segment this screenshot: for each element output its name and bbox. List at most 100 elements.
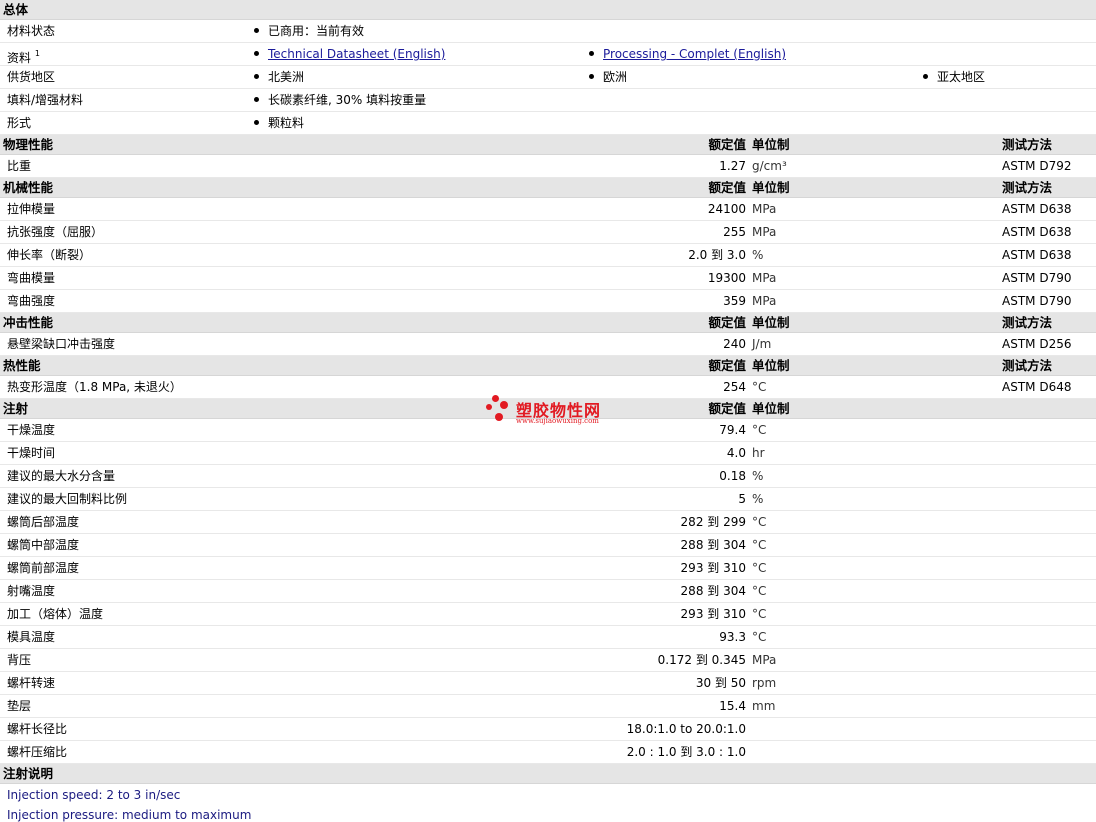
header-value: 额定值 [708, 358, 746, 373]
test-method: ASTM D638 [1002, 225, 1072, 239]
table-row: 螺杆压缩比 2.0 : 1.0 到 3.0 : 1.0 [0, 741, 1096, 764]
section-impact: 冲击性能 额定值 单位制 测试方法 [0, 313, 1096, 333]
property-unit: % [752, 469, 764, 483]
property-unit: °C [752, 561, 767, 575]
property-value: 0.18 [719, 469, 746, 483]
property-name: 螺杆压缩比 [7, 745, 68, 759]
property-unit: °C [752, 515, 767, 529]
bullet-icon [254, 28, 259, 33]
table-row: 建议的最大回制料比例 5 % [0, 488, 1096, 511]
status-value: 已商用：当前有效 [268, 24, 365, 38]
bullet-item: 欧洲 [589, 66, 627, 88]
property-value: 0.172 到 0.345 [657, 653, 746, 667]
row-region: 供货地区 北美洲 欧洲 亚太地区 [0, 66, 1096, 89]
property-value: 2.0 到 3.0 [688, 248, 746, 262]
docs-label: 资料 [7, 51, 32, 65]
table-row: 螺筒前部温度 293 到 310 °C [0, 557, 1096, 580]
region-value: 北美洲 [268, 70, 305, 84]
bullet-icon [589, 74, 594, 79]
property-value: 282 到 299 [680, 515, 746, 529]
property-name: 背压 [7, 653, 32, 667]
note-line: Injection speed: 2 to 3 in/sec [7, 788, 181, 802]
property-value: 93.3 [719, 630, 746, 644]
row-label: 填料/增强材料 [7, 93, 84, 107]
table-row: 螺筒中部温度 288 到 304 °C [0, 534, 1096, 557]
property-value: 254 [723, 380, 746, 394]
property-value: 79.4 [719, 423, 746, 437]
header-test: 测试方法 [1002, 180, 1053, 195]
row-documents: 资料 1 Technical Datasheet (English) Proce… [0, 43, 1096, 66]
property-name: 伸长率（断裂） [7, 248, 92, 262]
property-value: 293 到 310 [680, 607, 746, 621]
property-unit: °C [752, 630, 767, 644]
property-value: 18.0:1.0 to 20.0:1.0 [626, 722, 746, 736]
logo-dot [495, 413, 503, 421]
test-method: ASTM D790 [1002, 271, 1072, 285]
property-unit: °C [752, 538, 767, 552]
section-thermal: 热性能 额定值 单位制 测试方法 [0, 356, 1096, 376]
bullet-icon [589, 51, 594, 56]
property-name: 模具温度 [7, 630, 56, 644]
footnote-marker: 1 [34, 49, 40, 58]
bullet-item: 已商用：当前有效 [254, 20, 364, 42]
site-logo: 塑胶物性网 www.sujiaowuxing.com [486, 393, 616, 427]
section-title: 热性能 [3, 358, 41, 373]
region-value: 亚太地区 [937, 70, 986, 84]
property-unit: % [752, 248, 764, 262]
bullet-item: 北美洲 [254, 66, 304, 88]
table-row: 加工（熔体）温度 293 到 310 °C [0, 603, 1096, 626]
test-method: ASTM D256 [1002, 337, 1072, 351]
table-row: 背压 0.172 到 0.345 MPa [0, 649, 1096, 672]
logo-dot [500, 401, 508, 409]
header-value: 额定值 [708, 137, 746, 152]
table-row: 射嘴温度 288 到 304 °C [0, 580, 1096, 603]
test-method: ASTM D792 [1002, 159, 1072, 173]
header-unit: 单位制 [752, 358, 790, 373]
property-value: 4.0 [726, 446, 746, 460]
property-name: 热变形温度（1.8 MPa, 未退火） [7, 380, 182, 394]
row-label: 形式 [7, 116, 32, 130]
section-title: 冲击性能 [3, 315, 54, 330]
technical-datasheet-link[interactable]: Technical Datasheet (English) [268, 47, 445, 61]
property-name: 悬壁梁缺口冲击强度 [7, 337, 116, 351]
property-value: 240 [723, 337, 746, 351]
property-name: 拉伸模量 [7, 202, 56, 216]
property-unit: °C [752, 607, 767, 621]
property-unit: hr [752, 446, 765, 460]
property-unit: rpm [752, 676, 777, 690]
header-unit: 单位制 [752, 401, 790, 416]
property-value: 24100 [707, 202, 746, 216]
property-unit: °C [752, 423, 767, 437]
property-unit: MPa [752, 225, 777, 239]
table-row: 弯曲模量 19300 MPa ASTM D790 [0, 267, 1096, 290]
row-form: 形式 颗粒料 [0, 112, 1096, 135]
row-label: 材料状态 [7, 24, 56, 38]
table-row: 螺杆转速 30 到 50 rpm [0, 672, 1096, 695]
test-method: ASTM D638 [1002, 202, 1072, 216]
bullet-item: Processing - Complet (English) [589, 43, 786, 65]
property-unit: MPa [752, 202, 777, 216]
region-value: 欧洲 [603, 70, 628, 84]
property-unit: mm [752, 699, 776, 713]
header-value: 额定值 [708, 401, 746, 416]
filler-value: 长碳素纤维, 30% 填料按重量 [268, 93, 427, 107]
table-row: 抗张强度（屈服） 255 MPa ASTM D638 [0, 221, 1096, 244]
test-method: ASTM D638 [1002, 248, 1072, 262]
test-method: ASTM D790 [1002, 294, 1072, 308]
logo-url: www.sujiaowuxing.com [516, 417, 599, 425]
header-test: 测试方法 [1002, 358, 1053, 373]
property-value: 30 到 50 [695, 676, 746, 690]
property-name: 螺杆长径比 [7, 722, 68, 736]
property-name: 弯曲强度 [7, 294, 56, 308]
section-general: 总体 [0, 0, 1096, 20]
property-value: 288 到 304 [680, 584, 746, 598]
logo-dot [492, 395, 499, 402]
table-row: 比重 1.27 g/cm³ ASTM D792 [0, 155, 1096, 178]
property-unit: g/cm³ [752, 159, 787, 173]
header-value: 额定值 [708, 180, 746, 195]
property-unit: MPa [752, 653, 777, 667]
property-unit: % [752, 492, 764, 506]
property-unit: MPa [752, 294, 777, 308]
processing-doc-link[interactable]: Processing - Complet (English) [603, 47, 786, 61]
row-filler: 填料/增强材料 长碳素纤维, 30% 填料按重量 [0, 89, 1096, 112]
